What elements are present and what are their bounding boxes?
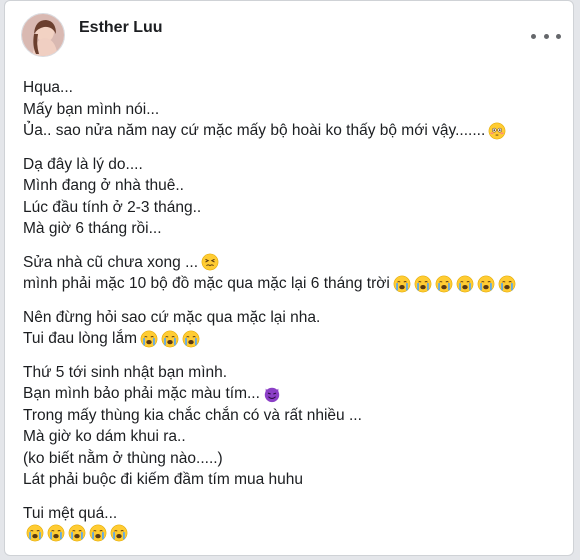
line-text: Mấy bạn mình nói... <box>23 100 160 118</box>
dot <box>531 33 536 39</box>
post-text-line: Mà giờ ko dám khui ra.. <box>23 426 563 448</box>
flushed-face-icon <box>488 122 506 140</box>
post-text-line: Bạn mình bảo phải mặc màu tím... <box>23 383 563 405</box>
crying-face-icon <box>47 524 65 542</box>
crying-face-icon <box>26 524 44 542</box>
author-avatar[interactable] <box>21 13 65 57</box>
line-text: Nên đừng hỏi sao cứ mặc qua mặc lại nha. <box>23 308 321 326</box>
post-text-line: Dạ đây là lý do.... <box>23 154 563 176</box>
post-paragraph: Sửa nhà cũ chưa xong ... mình phải mặc 10… <box>23 252 563 295</box>
crying-face-icon <box>477 275 495 293</box>
dot <box>543 33 549 39</box>
crying-face-icon <box>435 275 453 293</box>
author-name[interactable]: Esther Luu <box>79 19 163 37</box>
post-text-line: Sửa nhà cũ chưa xong ... <box>23 252 563 274</box>
line-text: Ủa.. sao nửa năm nay cứ mặc mấy bộ hoài … <box>23 122 486 139</box>
line-text: Hqua... <box>23 79 73 96</box>
crying-face-icon <box>182 330 200 348</box>
post-text-line: Lúc đầu tính ở 2-3 tháng.. <box>23 197 563 219</box>
crying-face-icon <box>161 330 179 348</box>
line-text: Lúc đầu tính ở 2-3 tháng.. <box>23 198 202 216</box>
post-paragraph: Tui mệt quá... <box>23 503 563 543</box>
post-paragraph: Dạ đây là lý do.... Mình đang ở nhà thuê.… <box>23 154 563 240</box>
line-text: Mà giờ 6 tháng rồi... <box>23 220 162 237</box>
crying-face-icon <box>498 275 516 293</box>
line-text: Thứ 5 tới sinh nhật bạn mình. <box>23 363 228 381</box>
line-text: Mà giờ ko dám khui ra.. <box>23 428 186 445</box>
persevering-face-icon <box>201 253 219 271</box>
crying-face-icon <box>140 330 158 348</box>
post-text-line: mình phải mặc 10 bộ đồ mặc qua mặc lại 6… <box>23 273 563 295</box>
line-text: Tui đau lòng lắm <box>23 330 138 347</box>
post-header: Esther Luu <box>21 13 561 61</box>
crying-face-icon <box>393 275 411 293</box>
crying-face-icon <box>89 524 107 542</box>
post-paragraph: Hqua... Mấy bạn mình nói... Ủa.. sao nửa n… <box>23 77 563 142</box>
more-options-icon[interactable] <box>531 25 561 47</box>
line-text: Dạ đây là lý do.... <box>23 155 143 173</box>
crying-face-icon <box>110 524 128 542</box>
post-paragraph: Nên đừng hỏi sao cứ mặc qua mặc lại nha.… <box>23 307 563 350</box>
line-text: Sửa nhà cũ chưa xong ... <box>23 253 198 271</box>
post-text-line: Trong mấy thùng kia chắc chắn có và rất … <box>23 405 563 427</box>
purple-devil-icon <box>263 385 281 403</box>
post-text-line <box>23 524 563 542</box>
post-paragraph: Thứ 5 tới sinh nhật bạn mình. Bạn mình bả… <box>23 362 563 491</box>
post-text-line: Lát phải buộc đi kiếm đầm tím mua huhu <box>23 469 563 491</box>
post-text-line: Tui đau lòng lắm <box>23 328 563 350</box>
dot <box>556 33 561 39</box>
post-text-line: Hqua... <box>23 77 563 99</box>
line-text: Lát phải buộc đi kiếm đầm tím mua huhu <box>23 471 304 488</box>
post-text-line: (ko biết nằm ở thùng nào.....) <box>23 448 563 470</box>
crying-face-icon <box>414 275 432 293</box>
facebook-post-card: Esther Luu Hqua... Mấy bạn mình nói... Ủa.… <box>4 0 574 556</box>
post-text-line: Mình đang ở nhà thuê.. <box>23 175 563 197</box>
post-text-line: Nên đừng hỏi sao cứ mặc qua mặc lại nha. <box>23 307 563 329</box>
post-body: Hqua... Mấy bạn mình nói... Ủa.. sao nửa n… <box>23 77 563 554</box>
post-text-line: Thứ 5 tới sinh nhật bạn mình. <box>23 362 563 384</box>
post-text-line: Ủa.. sao nửa năm nay cứ mặc mấy bộ hoài … <box>23 120 563 142</box>
line-text: Trong mấy thùng kia chắc chắn có và rất … <box>23 406 362 424</box>
crying-face-icon <box>68 524 86 542</box>
line-text: Bạn mình bảo phải mặc màu tím... <box>23 385 260 402</box>
crying-face-icon <box>456 275 474 293</box>
post-text-line: Mấy bạn mình nói... <box>23 99 563 121</box>
line-text: Tui mệt quá... <box>23 504 118 522</box>
avatar-photo-icon <box>22 14 64 56</box>
post-text-line: Tui mệt quá... <box>23 503 563 525</box>
line-text: mình phải mặc 10 bộ đồ mặc qua mặc lại 6… <box>23 275 390 292</box>
post-text-line: Mà giờ 6 tháng rồi... <box>23 218 563 240</box>
line-text: Mình đang ở nhà thuê.. <box>23 177 184 194</box>
line-text: (ko biết nằm ở thùng nào.....) <box>23 449 223 467</box>
